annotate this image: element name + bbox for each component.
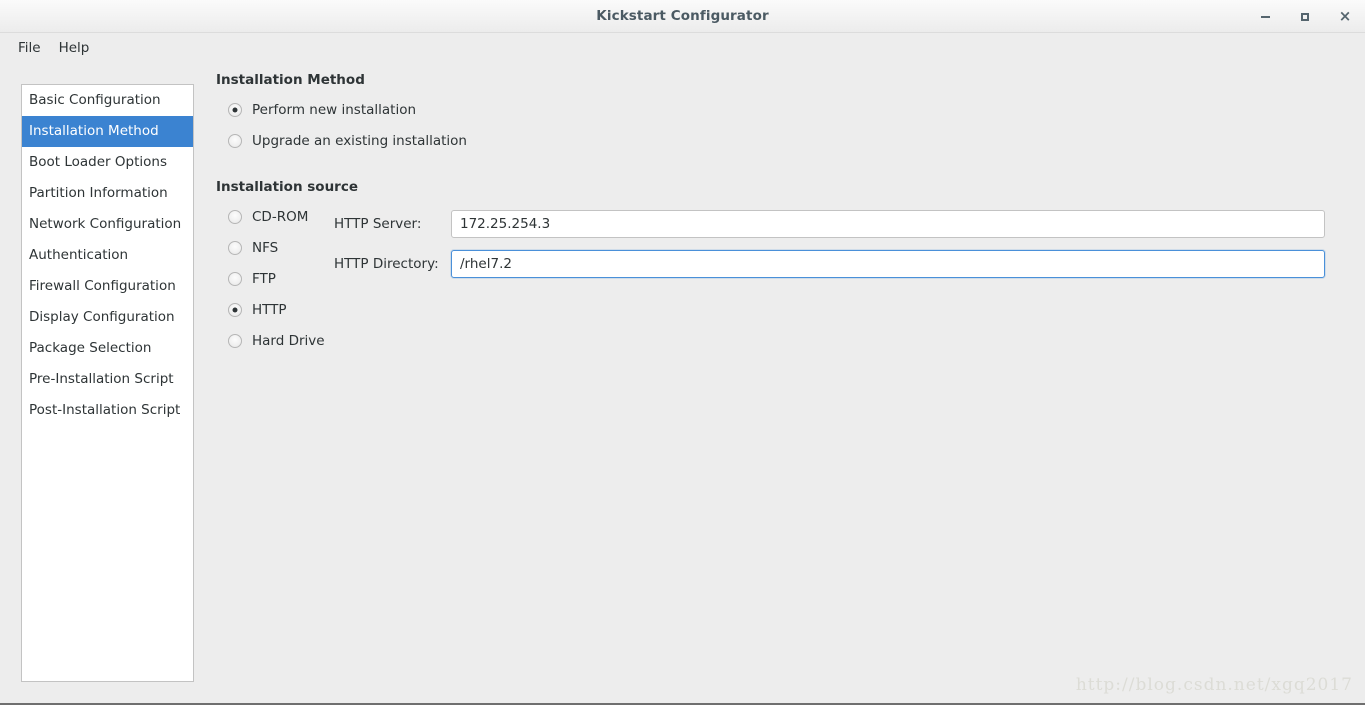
close-icon[interactable]: × <box>1325 0 1365 34</box>
sidebar-item-post-installation-script[interactable]: Post-Installation Script <box>22 395 193 426</box>
sidebar-item-package-selection[interactable]: Package Selection <box>22 333 193 364</box>
radio-icon[interactable] <box>228 271 242 286</box>
sidebar-item-firewall-configuration[interactable]: Firewall Configuration <box>22 271 193 302</box>
sidebar-navigation: Basic Configuration Installation Method … <box>21 84 194 682</box>
radio-icon[interactable] <box>228 133 242 148</box>
sidebar-item-installation-method[interactable]: Installation Method <box>22 116 193 147</box>
maximize-icon[interactable] <box>1285 0 1325 33</box>
radio-option-hard-drive[interactable]: Hard Drive <box>216 325 334 356</box>
sidebar-item-pre-installation-script[interactable]: Pre-Installation Script <box>22 364 193 395</box>
http-directory-input[interactable] <box>451 250 1325 278</box>
menu-item-help[interactable]: Help <box>50 37 99 59</box>
sidebar-item-authentication[interactable]: Authentication <box>22 240 193 271</box>
radio-icon[interactable] <box>228 333 242 348</box>
http-directory-label: HTTP Directory: <box>334 256 439 272</box>
radio-label: CD-ROM <box>252 208 309 225</box>
installation-source-area: CD-ROM NFS FTP HTTP Hard Drive HTTP Serv… <box>216 201 1353 356</box>
radio-label: Upgrade an existing installation <box>252 132 467 149</box>
watermark-text: http://blog.csdn.net/xgq2017 <box>1075 675 1353 695</box>
radio-icon[interactable] <box>228 302 242 317</box>
http-server-input[interactable] <box>451 210 1325 238</box>
sidebar-item-network-configuration[interactable]: Network Configuration <box>22 209 193 240</box>
installation-source-fields: HTTP Server: HTTP Directory: <box>334 201 1353 290</box>
radio-option-ftp[interactable]: FTP <box>216 263 334 294</box>
radio-label: Hard Drive <box>252 332 325 349</box>
kickstart-configurator-window: Kickstart Configurator × File Help Basic… <box>0 0 1365 705</box>
sidebar-item-boot-loader-options[interactable]: Boot Loader Options <box>22 147 193 178</box>
radio-option-upgrade-existing-installation[interactable]: Upgrade an existing installation <box>216 125 1353 156</box>
menubar: File Help <box>0 33 1365 63</box>
radio-icon[interactable] <box>228 240 242 255</box>
http-directory-field-row: HTTP Directory: <box>334 250 1353 278</box>
main-body: Basic Configuration Installation Method … <box>0 63 1365 703</box>
window-title: Kickstart Configurator <box>596 8 769 24</box>
menu-item-file[interactable]: File <box>9 37 50 59</box>
radio-option-cdrom[interactable]: CD-ROM <box>216 201 334 232</box>
http-server-label: HTTP Server: <box>334 216 422 232</box>
radio-option-nfs[interactable]: NFS <box>216 232 334 263</box>
http-server-field-row: HTTP Server: <box>334 210 1353 238</box>
radio-label: NFS <box>252 239 279 256</box>
radio-label: FTP <box>252 270 276 287</box>
sidebar-item-partition-information[interactable]: Partition Information <box>22 178 193 209</box>
installation-method-heading: Installation Method <box>216 72 365 88</box>
radio-option-http[interactable]: HTTP <box>216 294 334 325</box>
sidebar-item-display-configuration[interactable]: Display Configuration <box>22 302 193 333</box>
radio-icon[interactable] <box>228 102 242 117</box>
radio-label: HTTP <box>252 301 287 318</box>
minimize-icon[interactable] <box>1245 0 1285 33</box>
content-panel: Installation Method Perform new installa… <box>194 72 1365 356</box>
installation-source-heading: Installation source <box>216 179 359 195</box>
radio-icon[interactable] <box>228 209 242 224</box>
sidebar-item-basic-configuration[interactable]: Basic Configuration <box>22 85 193 116</box>
titlebar: Kickstart Configurator × <box>0 0 1365 33</box>
radio-label: Perform new installation <box>252 101 417 118</box>
installation-source-radio-group: CD-ROM NFS FTP HTTP Hard Drive <box>216 201 334 356</box>
window-controls: × <box>1245 0 1365 33</box>
installation-method-radio-group: Perform new installation Upgrade an exis… <box>216 94 1353 156</box>
radio-option-perform-new-installation[interactable]: Perform new installation <box>216 94 1353 125</box>
